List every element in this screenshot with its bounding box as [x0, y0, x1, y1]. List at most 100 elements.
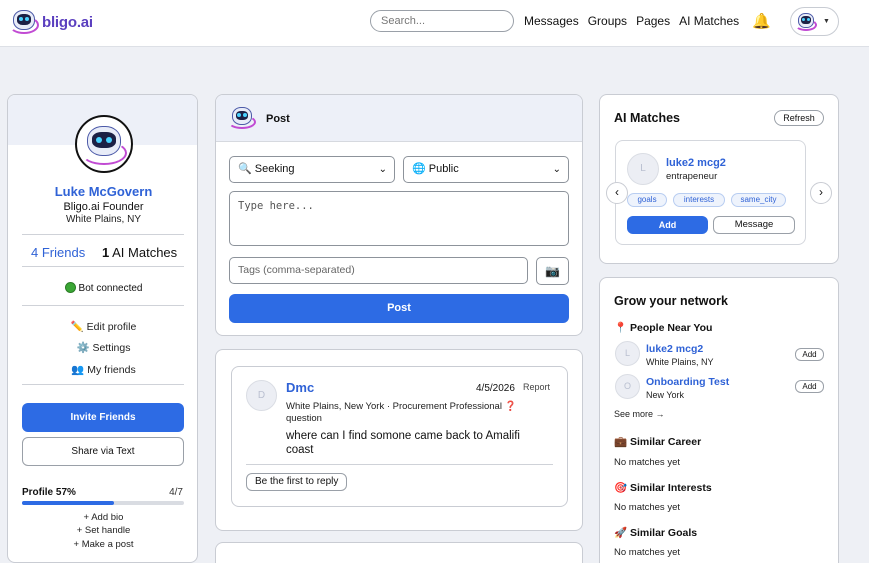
robot-avatar-icon [228, 104, 256, 132]
todo-add-bio[interactable]: + Add bio [8, 512, 197, 523]
author-avatar[interactable]: D [246, 380, 277, 411]
todo-set-handle[interactable]: + Set handle [8, 525, 197, 536]
similar-goals-heading: 🚀 Similar Goals [614, 527, 698, 539]
divider [22, 234, 184, 235]
search-input[interactable] [370, 10, 514, 32]
robot-logo-icon [8, 6, 40, 38]
nav-link-ai-matches[interactable]: AI Matches [679, 14, 739, 28]
refresh-button[interactable]: Refresh [774, 110, 824, 126]
divider [246, 464, 553, 465]
match-tag: goals [627, 193, 667, 207]
bot-status: Bot connected [8, 282, 197, 294]
report-link[interactable]: Report [523, 382, 550, 392]
ai-matches-title: AI Matches [614, 111, 680, 125]
visibility-select[interactable]: 🌐 Public ⌄ [403, 156, 569, 183]
top-nav: bligo.ai Messages Groups Pages AI Matche… [0, 0, 869, 47]
friends-count: 4 [31, 245, 39, 260]
todo-make-post[interactable]: + Make a post [8, 539, 197, 550]
match-avatar[interactable]: L [627, 153, 659, 185]
reply-button[interactable]: Be the first to reply [246, 473, 348, 491]
post-composer: Post 🔍 Seeking ⌄ 🌐 Public ⌄ Type here... T… [215, 94, 583, 336]
ai-matches-card: AI Matches Refresh L luke2 mcg2 entrapen… [599, 94, 839, 264]
grow-network-card: Grow your network 📍 People Near You L lu… [599, 277, 839, 563]
post-date: 4/5/2026 [476, 383, 515, 394]
post-type: question [286, 413, 322, 424]
logo[interactable]: bligo.ai [8, 6, 93, 38]
person-name[interactable]: Onboarding Test [646, 376, 729, 388]
match-tag: same_city [731, 193, 786, 207]
bell-icon[interactable]: 🔔 [752, 12, 771, 30]
profile-card: Luke McGovern Bligo.ai Founder White Pla… [7, 94, 198, 563]
match-tag: interests [673, 193, 725, 207]
nav-link-pages[interactable]: Pages [636, 14, 670, 28]
similar-career-heading: 💼 Similar Career [614, 436, 702, 448]
camera-icon[interactable]: 📷 [536, 257, 569, 285]
add-match-button[interactable]: Add [627, 216, 708, 234]
ai-matches-label: AI Matches [112, 245, 178, 260]
similar-career-empty: No matches yet [614, 457, 680, 468]
feed-card [215, 542, 583, 563]
person-location: White Plains, NY [646, 357, 714, 367]
see-more-link[interactable]: See more → [614, 409, 665, 419]
my-friends-link[interactable]: 👥 My friends [8, 363, 197, 376]
chevron-right-icon[interactable]: › [810, 182, 832, 204]
similar-goals-empty: No matches yet [614, 547, 680, 558]
nav-links: Messages Groups Pages AI Matches [524, 14, 748, 28]
post-body: where can I find somone came back to Ama… [286, 430, 520, 456]
people-near-you-heading: 📍 People Near You [614, 322, 713, 334]
add-person-button[interactable]: Add [795, 380, 824, 393]
profile-location: White Plains, NY [65, 214, 142, 225]
robot-avatar-icon [77, 117, 131, 171]
bot-status-text: Bot connected [78, 283, 143, 294]
post-button[interactable]: Post [229, 294, 569, 323]
logo-text: bligo.ai [42, 13, 93, 31]
account-menu-button[interactable]: ▼ [790, 7, 839, 36]
settings-link[interactable]: ⚙️ Settings [8, 341, 197, 354]
visibility-select-value: 🌐 Public [412, 163, 459, 175]
status-dot-icon [64, 282, 76, 293]
similar-interests-empty: No matches yet [614, 502, 680, 513]
feed-card: D Dmc 4/5/2026 Report White Plains, New … [215, 349, 583, 531]
feed-post: D Dmc 4/5/2026 Report White Plains, New … [231, 366, 568, 507]
profile-progress-bar [22, 501, 184, 505]
grow-network-title: Grow your network [614, 294, 728, 308]
match-card: L luke2 mcg2 entrapeneur goals interests… [615, 140, 806, 245]
nav-link-groups[interactable]: Groups [588, 14, 627, 28]
divider [22, 266, 184, 267]
question-icon: ❓ [504, 401, 517, 412]
seeking-select[interactable]: 🔍 Seeking ⌄ [229, 156, 395, 183]
avatar [795, 11, 817, 33]
post-meta-text: White Plains, New York · Procurement Pro… [286, 401, 502, 412]
tags-input[interactable]: Tags (comma-separated) [229, 257, 528, 284]
post-meta: White Plains, New York · Procurement Pro… [286, 401, 536, 425]
person-avatar[interactable]: L [615, 341, 640, 366]
profile-progress-label: Profile 57% [22, 487, 76, 498]
ai-matches-count: 1 [102, 245, 110, 260]
chevron-down-icon: ⌄ [552, 164, 561, 175]
profile-progress-count: 4/7 [169, 487, 183, 498]
post-textarea[interactable]: Type here... [229, 191, 569, 246]
divider [22, 384, 184, 385]
profile-avatar[interactable] [75, 115, 133, 173]
profile-name[interactable]: Luke McGovern [8, 184, 197, 199]
nav-link-messages[interactable]: Messages [524, 14, 579, 28]
edit-profile-link[interactable]: ✏️ Edit profile [8, 320, 197, 333]
chevron-down-icon: ⌄ [378, 164, 387, 175]
ai-matches-count-link[interactable]: 1 AI Matches [102, 245, 177, 260]
share-via-text-button[interactable]: Share via Text [22, 437, 184, 466]
invite-friends-button[interactable]: Invite Friends [22, 403, 184, 432]
person-avatar[interactable]: O [615, 374, 640, 399]
person-location: New York [646, 390, 685, 400]
friends-link[interactable]: 4 Friends [31, 245, 85, 260]
composer-title: Post [266, 113, 290, 125]
composer-header: Post [216, 95, 582, 142]
match-name[interactable]: luke2 mcg2 [666, 157, 726, 169]
person-name[interactable]: luke2 mcg2 [646, 343, 703, 355]
add-person-button[interactable]: Add [795, 348, 824, 361]
post-author[interactable]: Dmc [286, 380, 314, 395]
friends-label: Friends [41, 245, 86, 260]
similar-interests-heading: 🎯 Similar Interests [614, 482, 712, 494]
match-role: entrapeneur [666, 171, 718, 182]
message-match-button[interactable]: Message [713, 216, 795, 234]
chevron-left-icon[interactable]: ‹ [606, 182, 628, 204]
